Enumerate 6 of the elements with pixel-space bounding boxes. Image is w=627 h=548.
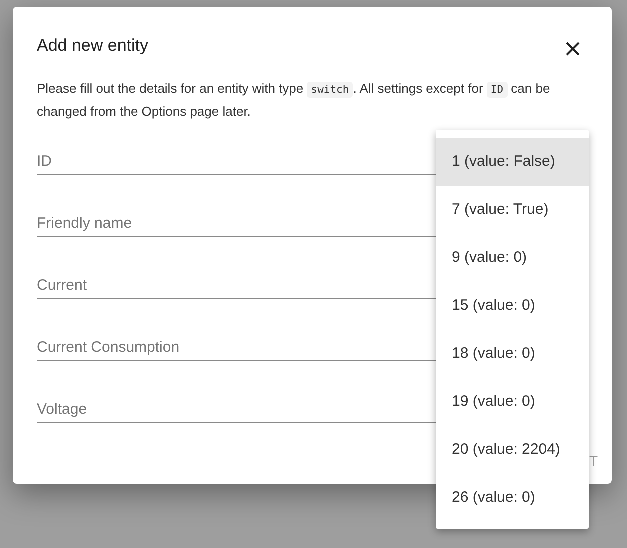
menu-item[interactable]: 1 (value: False): [436, 138, 589, 186]
dialog-title: Add new entity: [37, 36, 149, 56]
dialog-description: Please fill out the details for an entity with type switch . All settings except for ID can be changed from the Options page later.: [37, 80, 552, 121]
menu-item[interactable]: 26 (value: 0): [436, 474, 589, 522]
close-icon[interactable]: [566, 42, 580, 56]
menu-item[interactable]: 20 (value: 2204): [436, 426, 589, 474]
